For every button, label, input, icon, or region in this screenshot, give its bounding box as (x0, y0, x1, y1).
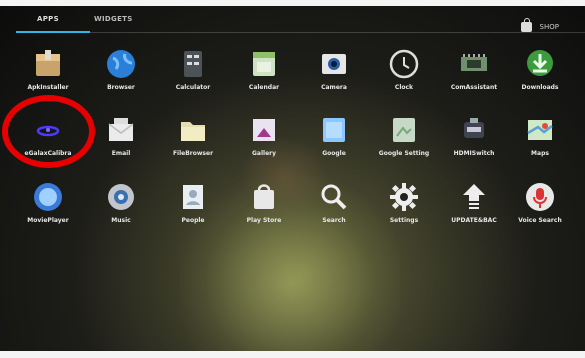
folder-icon (177, 114, 209, 146)
contacts-icon (177, 181, 209, 213)
app-people[interactable]: People (156, 173, 230, 239)
gallery-icon (248, 114, 280, 146)
app-clock[interactable]: Clock (367, 40, 441, 106)
app-email[interactable]: Email (84, 106, 158, 172)
app-google[interactable]: Google (297, 106, 371, 172)
app-label: Camera (321, 84, 347, 91)
app-maps[interactable]: Maps (503, 106, 577, 172)
app-label: Music (111, 217, 131, 224)
app-label: Downloads (521, 84, 559, 91)
app-label: Google (322, 150, 346, 157)
update-arrow-icon (458, 181, 490, 213)
google-search-icon (318, 114, 350, 146)
app-label: HDMISwitch (453, 150, 495, 157)
app-label: Google Setting (378, 150, 430, 157)
app-hdmiswitch[interactable]: HDMISwitch (437, 106, 511, 172)
app-comassistant[interactable]: ComAssistant (437, 40, 511, 106)
app-label: Maps (531, 150, 549, 157)
app-label: People (181, 217, 205, 224)
app-label: MoviePlayer (27, 217, 69, 224)
envelope-icon (105, 114, 137, 146)
app-calendar[interactable]: Calendar (227, 40, 301, 106)
app-label: Calculator (175, 84, 211, 91)
shopping-bag-icon (248, 181, 280, 213)
active-tab-indicator (16, 31, 90, 33)
microphone-icon (524, 181, 556, 213)
app-label: ComAssistant (450, 84, 498, 91)
magnifier-icon (318, 181, 350, 213)
app-search[interactable]: Search (297, 173, 371, 239)
globe-icon (105, 48, 137, 80)
shop-label: SHOP (539, 23, 559, 31)
device-screen: APPS WIDGETS SHOP ApkInstaller Browser Cal… (0, 6, 585, 351)
app-label: Calendar (248, 84, 280, 91)
tab-widgets[interactable]: WIDGETS (94, 15, 133, 23)
app-label: Play Store (246, 217, 282, 224)
tabbar-divider (90, 32, 585, 33)
app-label: Email (111, 150, 131, 157)
circuit-board-icon (458, 48, 490, 80)
app-calculator[interactable]: Calculator (156, 40, 230, 106)
app-drawer-tabbar: APPS WIDGETS SHOP (0, 6, 585, 38)
calculator-icon (177, 48, 209, 80)
app-filebrowser[interactable]: FileBrowser (156, 106, 230, 172)
camera-icon (318, 48, 350, 80)
app-label: Browser (107, 84, 135, 91)
app-downloads[interactable]: Downloads (503, 40, 577, 106)
app-label: Voice Search (518, 217, 562, 224)
app-label: Clock (394, 84, 414, 91)
app-camera[interactable]: Camera (297, 40, 371, 106)
app-settings[interactable]: Settings (367, 173, 441, 239)
app-voice-search[interactable]: Voice Search (503, 173, 577, 239)
gear-icon (388, 181, 420, 213)
app-movieplayer[interactable]: MoviePlayer (11, 173, 85, 239)
app-label: ApkInstaller (27, 84, 69, 91)
tab-apps[interactable]: APPS (37, 15, 59, 23)
music-speaker-icon (105, 181, 137, 213)
download-icon (524, 48, 556, 80)
shopping-bag-icon (520, 18, 532, 32)
apk-installer-icon (32, 48, 64, 80)
google-settings-icon (388, 114, 420, 146)
app-play-store[interactable]: Play Store (227, 173, 301, 239)
shop-button[interactable]: SHOP (520, 18, 559, 32)
app-google-setting[interactable]: Google Setting (367, 106, 441, 172)
movie-player-icon (32, 181, 64, 213)
app-gallery[interactable]: Gallery (227, 106, 301, 172)
calendar-icon (248, 48, 280, 80)
hdmi-switch-icon (458, 114, 490, 146)
app-label: Search (322, 217, 346, 224)
clock-icon (388, 48, 420, 80)
app-label: Gallery (251, 150, 277, 157)
app-label: UPDATE&BAC (451, 217, 497, 224)
map-icon (524, 114, 556, 146)
app-label: Settings (389, 217, 419, 224)
app-label: FileBrowser (172, 150, 214, 157)
app-update-bac[interactable]: UPDATE&BAC (437, 173, 511, 239)
app-browser[interactable]: Browser (84, 40, 158, 106)
app-music[interactable]: Music (84, 173, 158, 239)
red-annotation-circle (2, 95, 95, 168)
